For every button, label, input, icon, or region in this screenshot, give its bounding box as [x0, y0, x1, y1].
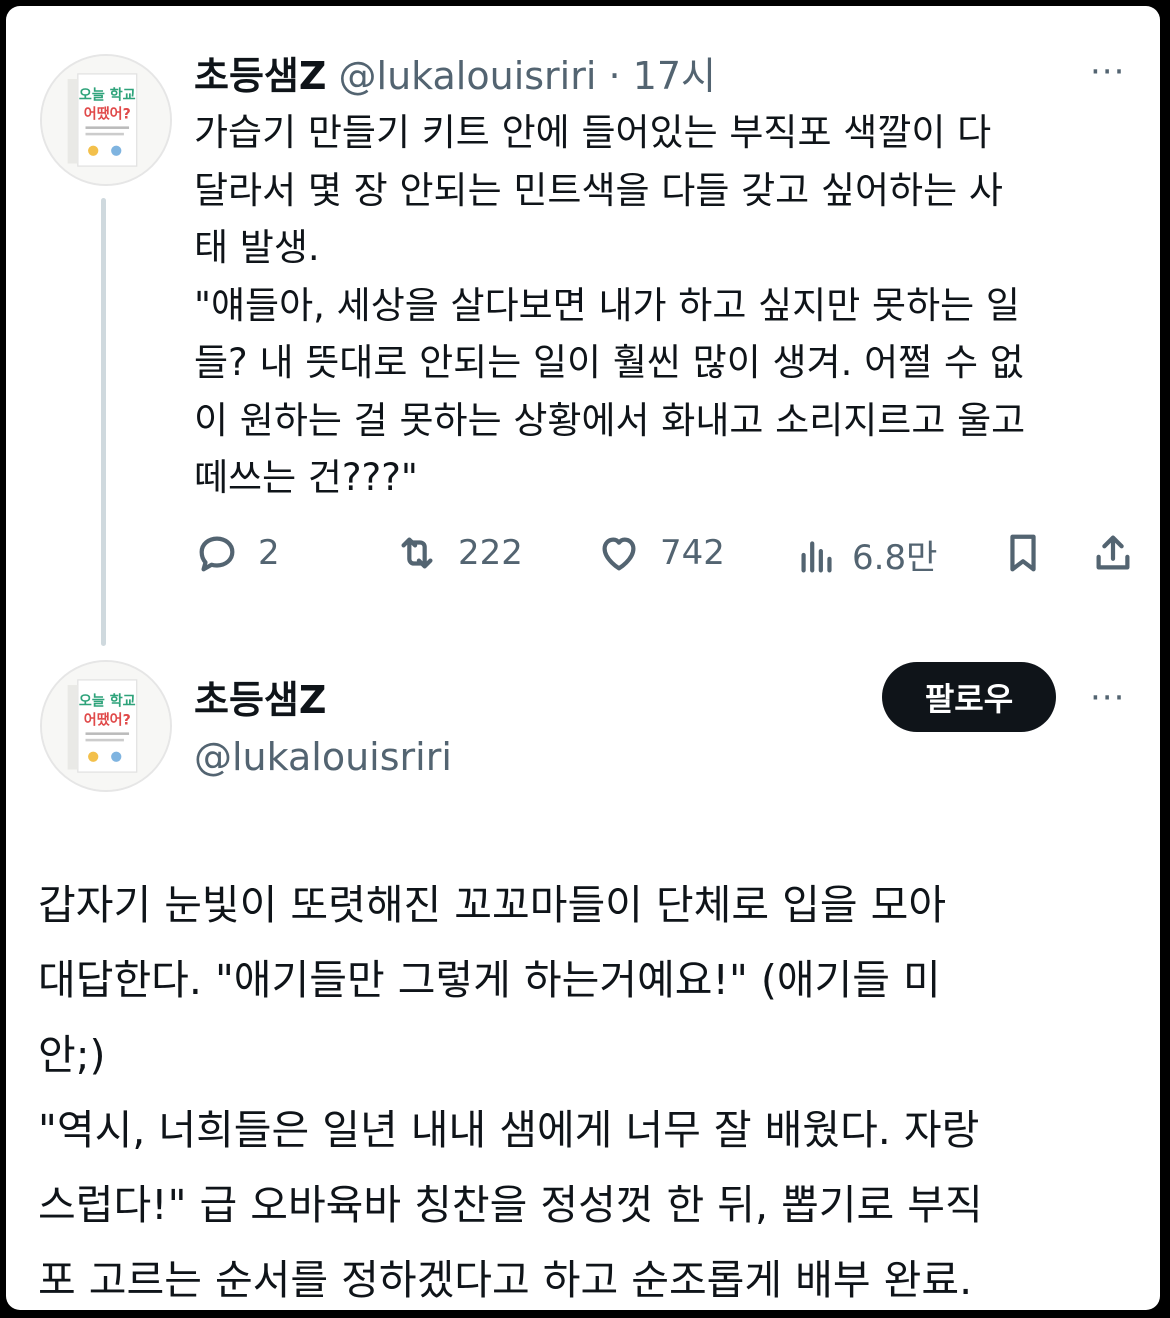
bookmark-icon: [1010, 534, 1036, 572]
thread-line: [101, 198, 106, 646]
bookmark-button[interactable]: [1000, 530, 1046, 576]
body-text-line: 갑자기 눈빛이 또렷해진 꼬꼬마들이 단체로 입을 모아: [38, 881, 947, 929]
avatar[interactable]: 오늘 학교 어땠어?: [40, 660, 172, 792]
tweet-text: 가습기 만들기 키트 안에 들어있는 부직포 색깔이 다 달라서 몇 장 안되는…: [194, 104, 1144, 507]
tweet-body: 갑자기 눈빛이 또렷해진 꼬꼬마들이 단체로 입을 모아 대답한다. "애기들만…: [38, 868, 1138, 1310]
body-text-line: "역시, 너희들은 일년 내내 샘에게 너무 잘 배웠다. 자랑: [38, 1106, 980, 1154]
retweet-button[interactable]: 222: [394, 530, 523, 576]
like-button[interactable]: 742: [596, 530, 725, 576]
heart-icon: [602, 537, 636, 571]
like-count: 742: [660, 533, 725, 573]
body-text-line: 스럽다!" 급 오바육바 칭찬을 정성껏 한 뒤, 뽑기로 부직: [38, 1181, 983, 1229]
author-handle[interactable]: @lukalouisriri: [339, 54, 597, 98]
tweet-text-line: 달라서 몇 장 안되는 민트색을 다들 갖고 싶어하는 사: [194, 168, 1003, 212]
tweet-text-line: 태 발생.: [194, 226, 320, 269]
more-options-icon[interactable]: ···: [1090, 681, 1125, 715]
book-cover-image: 오늘 학교 어땠어?: [42, 56, 170, 184]
tweet-actions: 2 222 742 6.8만: [194, 530, 1144, 590]
tweet-text-line: 들? 내 뜻대로 안되는 일이 훨씬 많이 생겨. 어쩔 수 없: [194, 341, 1024, 384]
more-options-icon[interactable]: ···: [1090, 55, 1125, 89]
tweet-text-line: "얘들아, 세상을 살다보면 내가 하고 싶지만 못하는 일: [194, 283, 1020, 327]
retweet-count: 222: [458, 533, 523, 573]
author-name[interactable]: 초등샘Z: [194, 54, 326, 98]
screenshot-card: 오늘 학교 어땠어? 초등샘Z @lukalouisriri · 17시 ···…: [6, 6, 1160, 1310]
reply-icon: [199, 536, 235, 572]
body-text-line: 안;): [38, 1031, 106, 1079]
view-count: 6.8만: [852, 538, 938, 578]
views-button[interactable]: 6.8만: [794, 530, 937, 579]
book-title-line2: 어땠어?: [84, 712, 131, 729]
profile-name[interactable]: 초등샘Z: [194, 674, 326, 726]
book-title-line1: 오늘 학교: [79, 694, 136, 710]
body-text-line: 대답한다. "애기들만 그렇게 하는거예요!" (애기들 미: [38, 956, 941, 1004]
share-icon: [1096, 535, 1130, 570]
avatar[interactable]: 오늘 학교 어땠어?: [40, 54, 172, 186]
reply-button[interactable]: 2: [194, 530, 280, 576]
retweet-icon: [401, 537, 433, 569]
book-title-line2: 어땠어?: [84, 106, 131, 123]
tweet-text-line: 가습기 만들기 키트 안에 들어있는 부직포 색깔이 다: [194, 111, 992, 154]
views-chart-icon: [801, 540, 832, 572]
timestamp[interactable]: 17시: [633, 54, 716, 98]
profile-handle[interactable]: @lukalouisriri: [194, 731, 452, 783]
book-title-line1: 오늘 학교: [79, 88, 136, 104]
tweet-text-line: 떼쓰는 건???": [194, 456, 418, 499]
tweet-header: 초등샘Z @lukalouisriri · 17시: [194, 50, 716, 102]
share-button[interactable]: [1090, 530, 1136, 576]
reply-count: 2: [258, 533, 280, 573]
book-cover-image: 오늘 학교 어땠어?: [42, 662, 170, 790]
follow-button[interactable]: 팔로우: [882, 662, 1056, 732]
tweet-text-line: 이 원하는 걸 못하는 상황에서 화내고 소리지르고 울고: [194, 398, 1026, 442]
separator-dot: ·: [608, 54, 621, 98]
body-text-line: 포 고르는 순서를 정하겠다고 하고 순조롭게 배부 완료.: [38, 1256, 973, 1304]
